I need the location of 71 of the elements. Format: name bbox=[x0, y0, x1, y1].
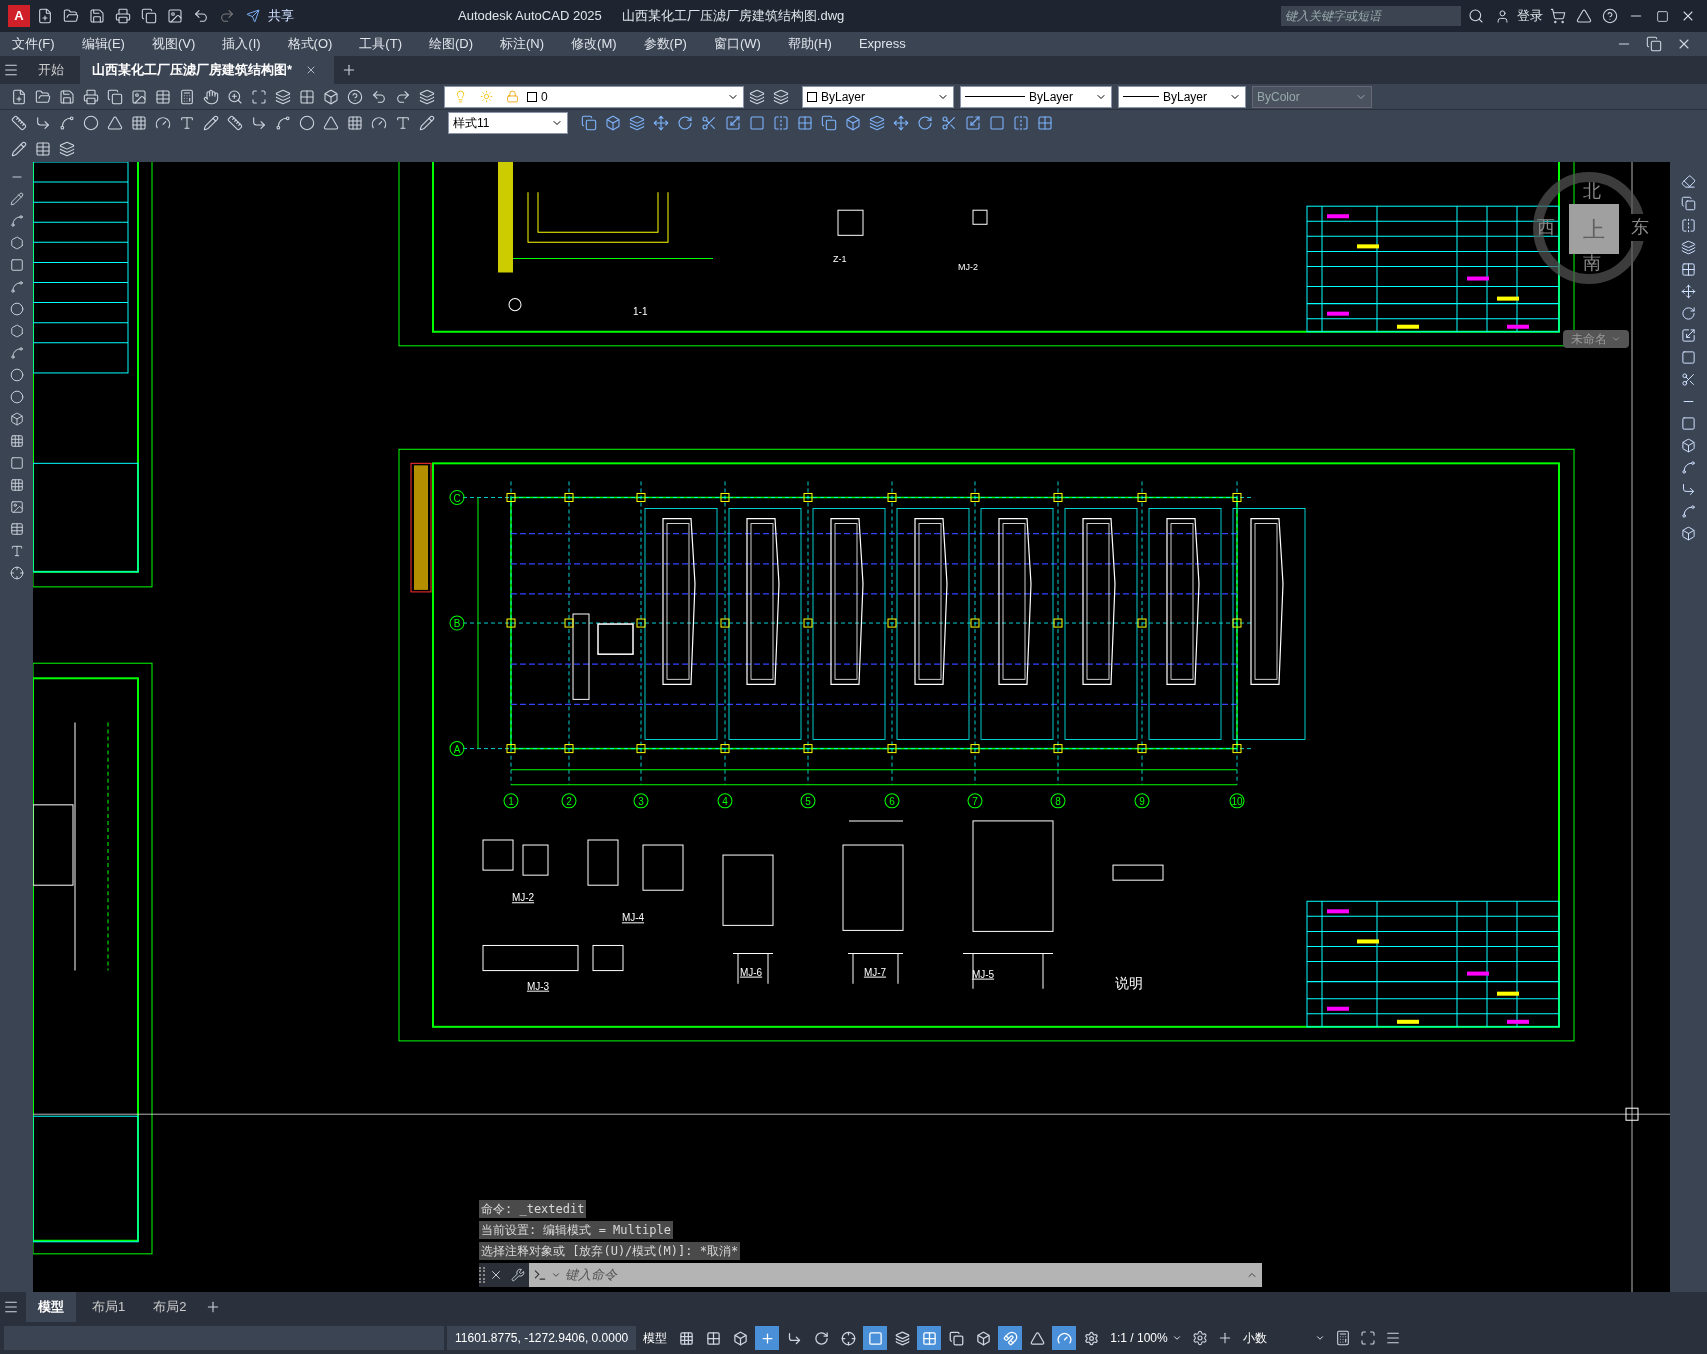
compass-label: 南 bbox=[1583, 252, 1601, 275]
search-field[interactable]: 键入关键字或短语 bbox=[1281, 6, 1461, 26]
grid-axis-label: 3 bbox=[638, 795, 644, 807]
menu-item[interactable]: 格式(O) bbox=[287, 34, 333, 54]
menu-item[interactable]: 视图(V) bbox=[151, 34, 196, 54]
grid-axis-label: 2 bbox=[566, 795, 572, 807]
share-button[interactable]: 共享 bbox=[242, 5, 294, 27]
compass-label: 西 bbox=[1537, 216, 1555, 239]
property-dropdown[interactable]: 0 bbox=[444, 85, 744, 108]
detail-label: MJ-4 bbox=[621, 912, 645, 924]
line-sample-icon bbox=[965, 96, 1025, 97]
coordinates-readout: 11601.8775, -1272.9406, 0.0000 bbox=[447, 1326, 637, 1350]
grid-axis-label: B bbox=[453, 618, 461, 630]
menu-item[interactable]: 修改(M) bbox=[571, 34, 617, 54]
section-label: 1-1 bbox=[633, 305, 648, 317]
window-title: 山西某化工厂压滤厂房建筑结构图.dwg bbox=[621, 7, 845, 26]
grid-axis-label: 7 bbox=[972, 795, 978, 807]
grid-axis-label: C bbox=[453, 492, 461, 504]
grid-axis-label: A bbox=[453, 743, 461, 755]
line-sample-icon bbox=[1123, 96, 1159, 97]
dynamic-input-icon[interactable] bbox=[755, 1326, 780, 1350]
login-button[interactable]: 登录 bbox=[1491, 5, 1543, 27]
detail-label: MJ-2 bbox=[958, 262, 978, 273]
caret-icon[interactable] bbox=[1314, 1333, 1325, 1343]
detail-label: MJ-5 bbox=[971, 968, 995, 980]
swatch-icon bbox=[807, 91, 817, 102]
drawing-canvas[interactable]: 1-1 Z-1 MJ-2 1 2 3 4 5 6 7 8 9 10 C B A MJ-2 MJ-4 MJ-3 MJ-6 MJ-7 MJ-5 说明 北 西 上 东 南 未命名 命令: _textedit 当前设置: 编辑模式 = Multiple 选择注释对象或 [放弃(U)/模式(M)]: *取消* 键入命令 bbox=[33, 162, 1670, 1292]
grid-axis-label: 1 bbox=[508, 795, 514, 807]
annotation-scale-button[interactable]: 1:1 / 100% bbox=[1106, 1329, 1186, 1347]
detail-label: MJ-6 bbox=[739, 966, 763, 978]
grid-axis-label: 10 bbox=[1231, 795, 1243, 807]
menu-item[interactable]: Express bbox=[858, 34, 906, 54]
menu-item[interactable]: 标注(N) bbox=[500, 34, 545, 54]
menu-item[interactable]: 帮助(H) bbox=[787, 34, 832, 54]
units-dropdown[interactable]: 小数 bbox=[1238, 1329, 1329, 1347]
property-dropdown[interactable]: ByLayer bbox=[802, 85, 954, 108]
layout-tab[interactable]: 布局1 bbox=[80, 1292, 138, 1322]
grid-axis-label: 6 bbox=[889, 795, 895, 807]
property-dropdown[interactable]: ByLayer bbox=[1118, 85, 1246, 108]
swatch-icon bbox=[527, 91, 537, 102]
menu-item[interactable]: 工具(T) bbox=[359, 34, 402, 54]
menu-item[interactable]: 插入(I) bbox=[222, 34, 261, 54]
model-space-button[interactable]: 模型 bbox=[639, 1329, 672, 1347]
layout-tab[interactable]: 模型 bbox=[26, 1292, 76, 1322]
grid-axis-label: 9 bbox=[1139, 795, 1145, 807]
property-dropdown[interactable]: ByLayer bbox=[960, 85, 1112, 108]
grid-axis-label: 8 bbox=[1055, 795, 1061, 807]
compass-label: 北 bbox=[1583, 180, 1601, 203]
property-dropdown[interactable]: 样式11 bbox=[448, 112, 568, 134]
menu-item[interactable]: 绘图(D) bbox=[428, 34, 473, 54]
grid-axis-label: 5 bbox=[805, 795, 811, 807]
command-input-field[interactable]: 键入命令 bbox=[565, 1263, 1242, 1287]
notes-title: 说明 bbox=[1115, 974, 1143, 991]
detail-label: MJ-7 bbox=[863, 966, 887, 978]
document-tab[interactable]: 山西某化工厂压滤厂房建筑结构图* bbox=[80, 56, 335, 84]
layout-tab[interactable]: 布局2 bbox=[141, 1292, 199, 1322]
window-title: Autodesk AutoCAD 2025 bbox=[458, 7, 602, 26]
caret-icon[interactable] bbox=[1171, 1333, 1182, 1343]
grid-axis-label: 4 bbox=[722, 795, 728, 807]
detail-label: Z-1 bbox=[833, 254, 847, 265]
terminal-icon[interactable] bbox=[529, 1263, 547, 1287]
detail-label: MJ-2 bbox=[511, 892, 535, 904]
app-logo[interactable]: A bbox=[8, 5, 30, 27]
drag-handle-icon[interactable] bbox=[479, 1267, 485, 1283]
menu-item[interactable]: 参数(P) bbox=[643, 34, 687, 54]
document-tab[interactable]: 开始 bbox=[26, 56, 76, 84]
menu-item[interactable]: 文件(F) bbox=[12, 34, 55, 54]
menu-item[interactable]: 窗口(W) bbox=[713, 34, 761, 54]
detail-label: MJ-3 bbox=[526, 980, 550, 992]
compass-label: 东 bbox=[1631, 214, 1649, 241]
menu-item[interactable]: 编辑(E) bbox=[81, 34, 125, 54]
